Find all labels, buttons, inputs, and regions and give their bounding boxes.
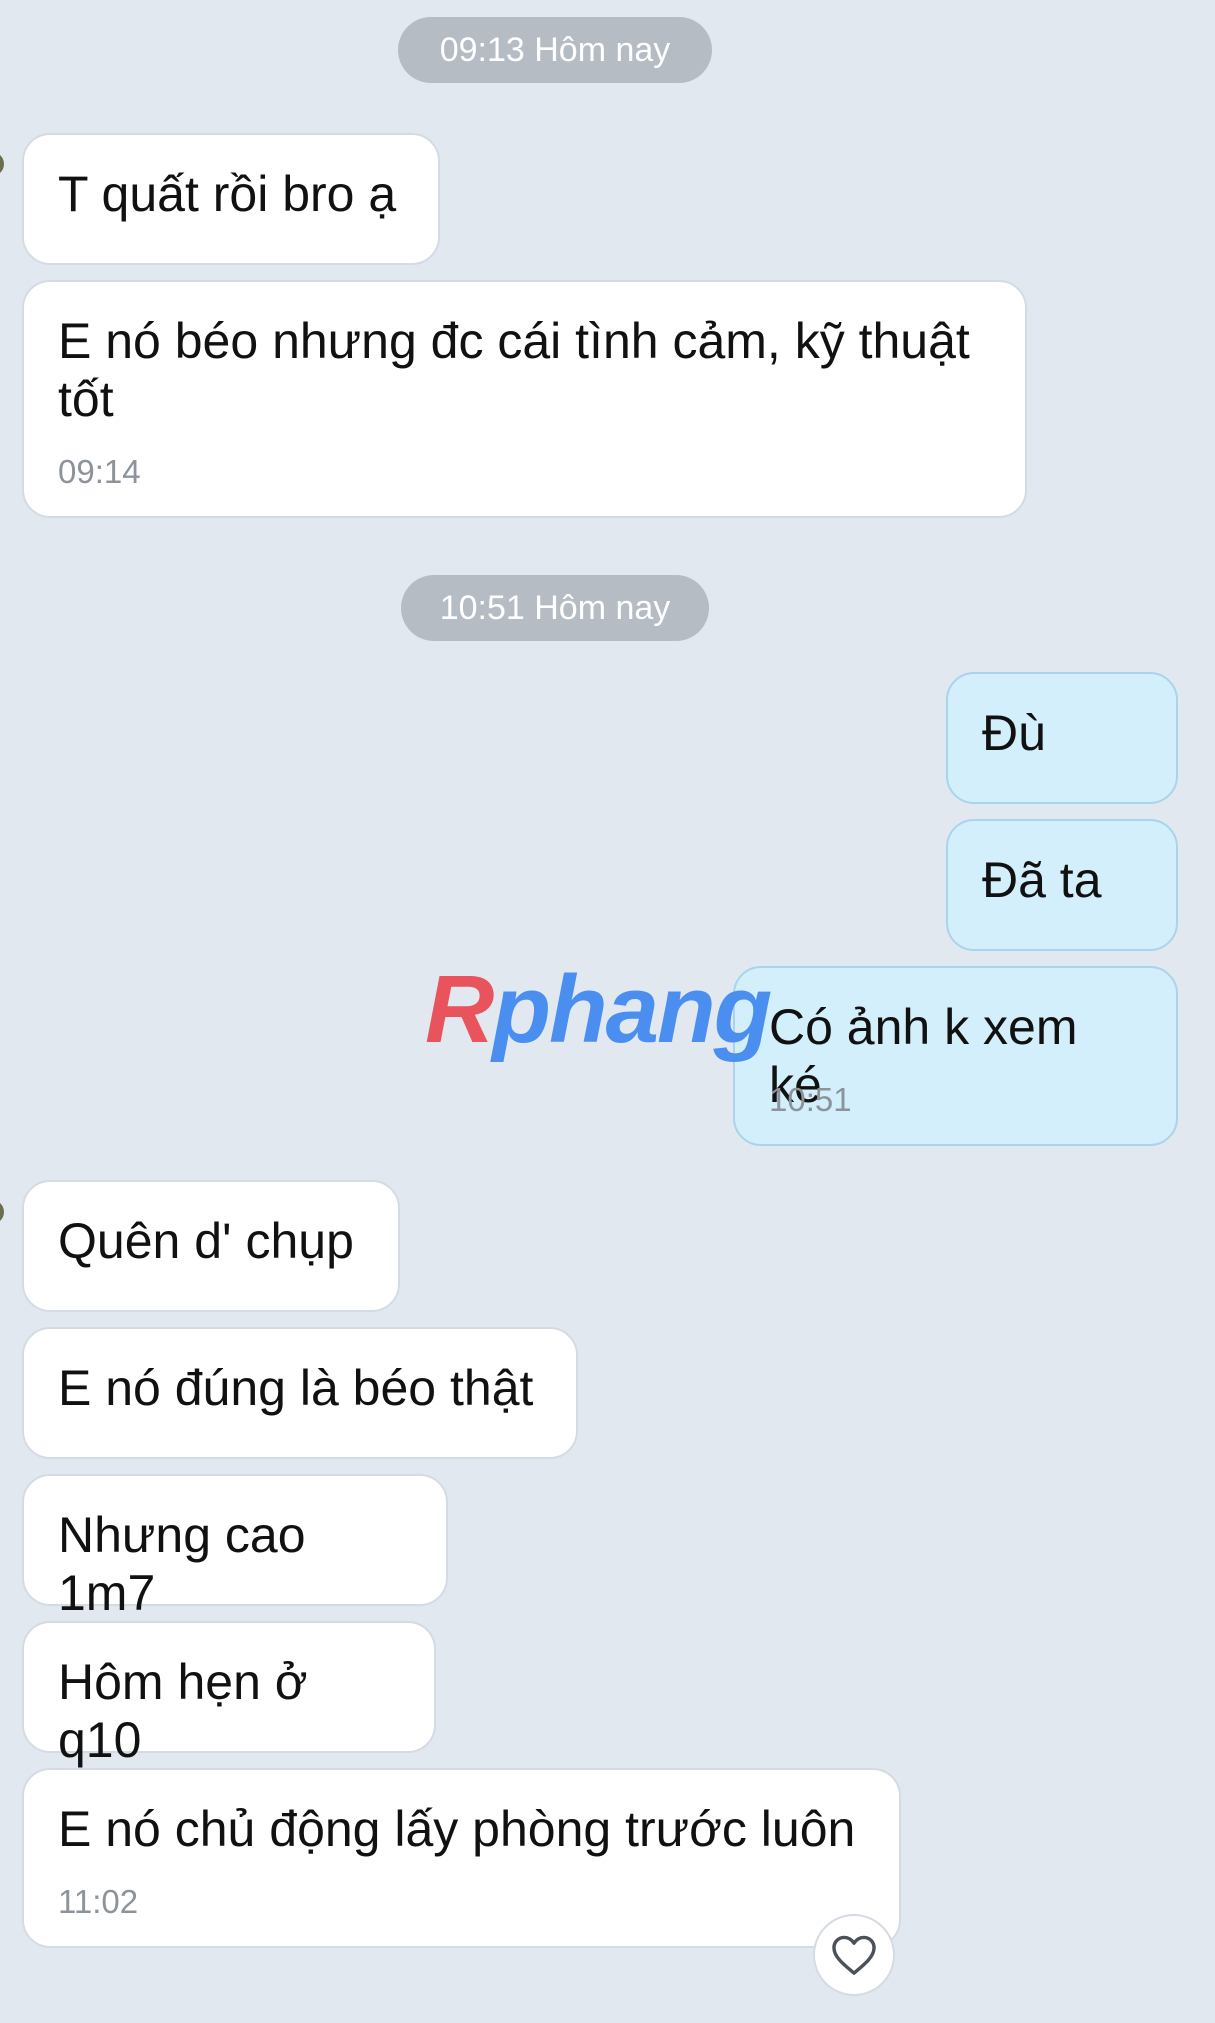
message-text: E nó béo nhưng đc cái tình cảm, kỹ thuật… bbox=[58, 313, 970, 427]
message-text: Nhưng cao 1m7 bbox=[58, 1507, 306, 1621]
message-bubble-outgoing[interactable]: Đã ta bbox=[946, 819, 1178, 951]
message-bubble-incoming[interactable]: T quất rồi bro ạ bbox=[22, 133, 440, 265]
chat-conversation: 09:13 Hôm nay T quất rồi bro ạ E nó béo … bbox=[0, 0, 1215, 2023]
timestamp-pill: 09:13 Hôm nay bbox=[398, 17, 712, 83]
message-text: E nó đúng là béo thật bbox=[58, 1360, 534, 1416]
message-bubble-outgoing[interactable]: Đù bbox=[946, 672, 1178, 804]
message-text: T quất rồi bro ạ bbox=[58, 166, 397, 222]
avatar[interactable] bbox=[0, 1200, 4, 1224]
watermark-rest: phang bbox=[492, 956, 772, 1063]
message-text: Quên d' chụp bbox=[58, 1213, 354, 1269]
message-text: Đã ta bbox=[982, 852, 1102, 908]
message-bubble-outgoing[interactable]: Có ảnh k xem ké 10:51 bbox=[733, 966, 1178, 1146]
message-time: 09:14 bbox=[58, 453, 141, 490]
message-bubble-incoming[interactable]: E nó chủ động lấy phòng trước luôn 11:02 bbox=[22, 1768, 901, 1948]
reaction-button[interactable] bbox=[813, 1914, 895, 1996]
timestamp-pill: 10:51 Hôm nay bbox=[401, 575, 709, 641]
message-time: 11:02 bbox=[58, 1883, 139, 1920]
message-bubble-incoming[interactable]: Hôm hẹn ở q10 bbox=[22, 1621, 436, 1768]
message-text: Hôm hẹn ở q10 bbox=[58, 1654, 308, 1768]
avatar[interactable] bbox=[0, 152, 4, 176]
message-bubble-incoming[interactable]: Quên d' chụp bbox=[22, 1180, 400, 1312]
heart-icon bbox=[832, 1935, 876, 1975]
message-text: E nó chủ động lấy phòng trước luôn bbox=[58, 1801, 856, 1857]
message-bubble-incoming[interactable]: E nó đúng là béo thật bbox=[22, 1327, 578, 1459]
message-time: 10:51 bbox=[769, 1081, 852, 1118]
watermark-first-letter: R bbox=[425, 956, 494, 1063]
message-bubble-incoming[interactable]: E nó béo nhưng đc cái tình cảm, kỹ thuật… bbox=[22, 280, 1027, 518]
message-text: Đù bbox=[982, 705, 1046, 761]
watermark-logo: Rphang bbox=[425, 955, 772, 1065]
message-bubble-incoming[interactable]: Nhưng cao 1m7 bbox=[22, 1474, 448, 1621]
